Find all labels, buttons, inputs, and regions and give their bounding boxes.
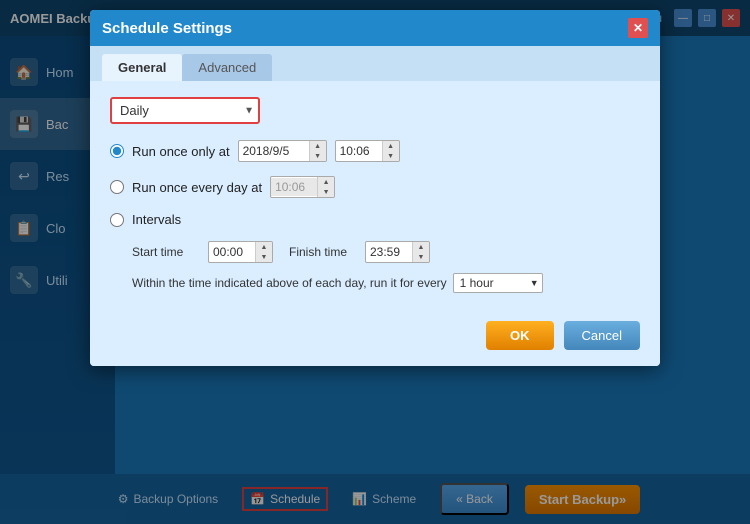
start-time-spin: ▲ ▼ bbox=[255, 242, 272, 262]
run-once-time-spin: ▲ ▼ bbox=[382, 141, 399, 161]
start-time-spin-down[interactable]: ▼ bbox=[256, 252, 272, 262]
finish-time-wrap: ▲ ▼ bbox=[365, 241, 430, 263]
date-input[interactable] bbox=[239, 142, 309, 160]
intervals-section: Start time ▲ ▼ Finish time bbox=[110, 241, 640, 293]
every-day-spin-down[interactable]: ▼ bbox=[318, 187, 334, 197]
interval-description: Within the time indicated above of each … bbox=[132, 276, 447, 290]
start-time-input[interactable] bbox=[209, 243, 255, 261]
date-spin-down[interactable]: ▼ bbox=[310, 151, 326, 161]
radio-row-intervals: Intervals bbox=[110, 212, 640, 227]
dialog-titlebar: Schedule Settings ✕ bbox=[90, 10, 660, 46]
finish-time-spin: ▲ ▼ bbox=[412, 242, 429, 262]
schedule-settings-dialog: Schedule Settings ✕ General Advanced Dai… bbox=[90, 10, 660, 366]
run-once-time-spin-down[interactable]: ▼ bbox=[383, 151, 399, 161]
radio-every-day-label: Run once every day at bbox=[132, 180, 262, 195]
dialog-footer: OK Cancel bbox=[90, 309, 660, 366]
interval-text-row: Within the time indicated above of each … bbox=[132, 273, 640, 293]
date-input-wrap: ▲ ▼ bbox=[238, 140, 327, 162]
dialog-close-button[interactable]: ✕ bbox=[628, 18, 648, 38]
radio-run-once-label: Run once only at bbox=[132, 144, 230, 159]
radio-row-every-day: Run once every day at ▲ ▼ bbox=[110, 176, 640, 198]
radio-intervals[interactable] bbox=[110, 213, 124, 227]
modal-overlay: Schedule Settings ✕ General Advanced Dai… bbox=[0, 0, 750, 524]
date-spin: ▲ ▼ bbox=[309, 141, 326, 161]
run-once-time-input[interactable] bbox=[336, 142, 382, 160]
every-day-time-spin: ▲ ▼ bbox=[317, 177, 334, 197]
tab-general[interactable]: General bbox=[102, 54, 182, 81]
every-day-time-wrap: ▲ ▼ bbox=[270, 176, 335, 198]
frequency-select[interactable]: Daily Weekly Monthly Once Event triggers… bbox=[110, 97, 260, 124]
interval-select[interactable]: 1 hour 2 hours 4 hours 6 hours 8 hours 1… bbox=[453, 273, 543, 293]
run-once-time-spin-up[interactable]: ▲ bbox=[383, 141, 399, 151]
radio-group: Run once only at ▲ ▼ ▲ bbox=[110, 140, 640, 293]
dialog-body: Daily Weekly Monthly Once Event triggers… bbox=[90, 81, 660, 309]
tab-advanced[interactable]: Advanced bbox=[182, 54, 272, 81]
dialog-title: Schedule Settings bbox=[102, 20, 232, 37]
date-spin-up[interactable]: ▲ bbox=[310, 141, 326, 151]
finish-time-spin-down[interactable]: ▼ bbox=[413, 252, 429, 262]
ok-button[interactable]: OK bbox=[486, 321, 554, 350]
start-time-label: Start time bbox=[132, 245, 192, 259]
start-time-wrap: ▲ ▼ bbox=[208, 241, 273, 263]
radio-intervals-label: Intervals bbox=[132, 212, 181, 227]
time-row: Start time ▲ ▼ Finish time bbox=[132, 241, 640, 263]
interval-select-wrap: 1 hour 2 hours 4 hours 6 hours 8 hours 1… bbox=[453, 273, 543, 293]
radio-run-once[interactable] bbox=[110, 144, 124, 158]
frequency-select-wrap: Daily Weekly Monthly Once Event triggers… bbox=[110, 97, 260, 124]
finish-time-label: Finish time bbox=[289, 245, 349, 259]
dialog-tabs: General Advanced bbox=[90, 46, 660, 81]
radio-row-run-once: Run once only at ▲ ▼ ▲ bbox=[110, 140, 640, 162]
every-day-spin-up[interactable]: ▲ bbox=[318, 177, 334, 187]
app-background: AOMEI Backupper Standard ⬆ Upgrade ≡ Men… bbox=[0, 0, 750, 524]
finish-time-spin-up[interactable]: ▲ bbox=[413, 242, 429, 252]
radio-every-day[interactable] bbox=[110, 180, 124, 194]
finish-time-input[interactable] bbox=[366, 243, 412, 261]
start-time-spin-up[interactable]: ▲ bbox=[256, 242, 272, 252]
cancel-button[interactable]: Cancel bbox=[564, 321, 640, 350]
every-day-time-input bbox=[271, 178, 317, 196]
run-once-time-wrap: ▲ ▼ bbox=[335, 140, 400, 162]
